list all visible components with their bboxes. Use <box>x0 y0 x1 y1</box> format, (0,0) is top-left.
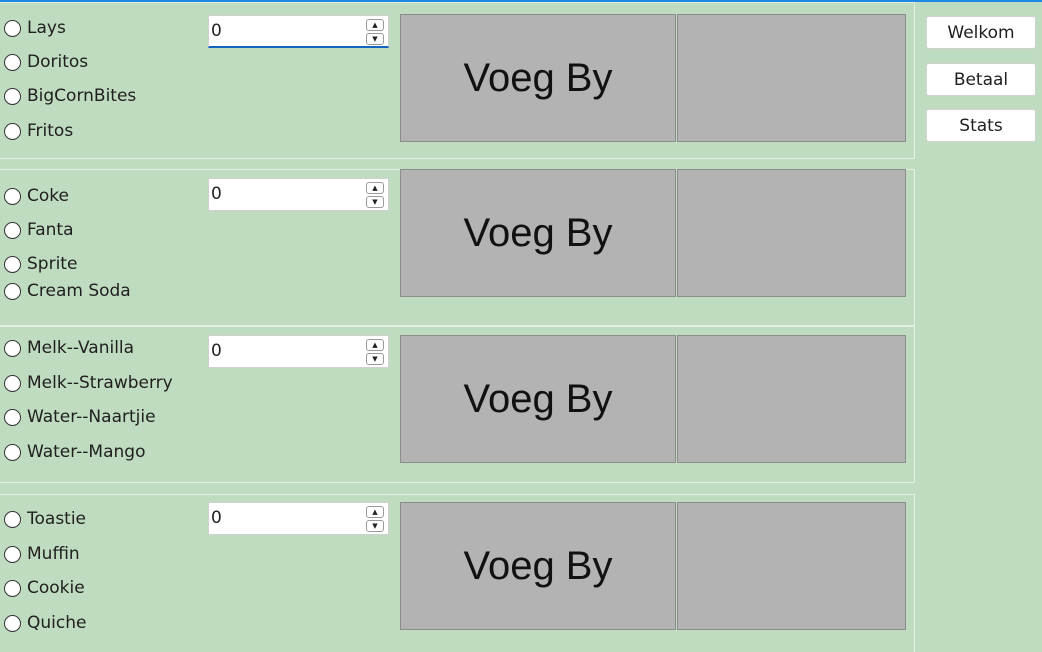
stats-button[interactable]: Stats <box>926 109 1036 142</box>
radio-button-icon[interactable] <box>4 545 21 563</box>
radio-button-icon[interactable] <box>4 187 21 205</box>
item-preview-box <box>677 502 906 630</box>
quantity-input[interactable] <box>211 340 361 362</box>
radio-button-icon[interactable] <box>4 221 21 239</box>
radio-label: Fanta <box>27 220 74 240</box>
radio-label: Water--Mango <box>27 442 146 462</box>
radio-option[interactable]: Water--Naartjie <box>4 405 156 429</box>
add-button[interactable]: Voeg By <box>400 502 676 630</box>
radio-option[interactable]: Cookie <box>4 576 85 600</box>
quantity-input[interactable] <box>211 507 361 529</box>
radio-button-icon[interactable] <box>4 255 21 273</box>
welcome-button[interactable]: Welkom <box>926 16 1036 49</box>
quantity-spinbox[interactable]: ▲ ▼ <box>208 335 389 368</box>
radio-label: Melk--Strawberry <box>27 373 173 393</box>
item-preview-box <box>677 14 906 142</box>
decrement-arrow-icon[interactable]: ▼ <box>366 33 384 45</box>
radio-button-icon[interactable] <box>4 87 21 105</box>
radio-label: Doritos <box>27 52 89 72</box>
radio-option[interactable]: BigCornBites <box>4 84 136 108</box>
radio-option[interactable]: Melk--Strawberry <box>4 371 173 395</box>
radio-button-icon[interactable] <box>4 374 21 392</box>
quantity-input[interactable] <box>211 183 361 205</box>
add-button[interactable]: Voeg By <box>400 14 676 142</box>
add-button[interactable]: Voeg By <box>400 335 676 463</box>
pay-button[interactable]: Betaal <box>926 63 1036 96</box>
increment-arrow-icon[interactable]: ▲ <box>366 506 384 518</box>
radio-label: Melk--Vanilla <box>27 338 135 358</box>
radio-label: Coke <box>27 186 69 206</box>
radio-option[interactable]: Sprite <box>4 252 77 276</box>
radio-button-icon[interactable] <box>4 339 21 357</box>
add-button[interactable]: Voeg By <box>400 169 676 297</box>
radio-option[interactable]: Muffin <box>4 542 80 566</box>
radio-button-icon[interactable] <box>4 53 21 71</box>
radio-button-icon[interactable] <box>4 19 21 37</box>
radio-button-icon[interactable] <box>4 614 21 632</box>
radio-option[interactable]: Doritos <box>4 50 88 74</box>
radio-label: Muffin <box>27 544 80 564</box>
radio-button-icon[interactable] <box>4 579 21 597</box>
increment-arrow-icon[interactable]: ▲ <box>366 339 384 351</box>
radio-button-icon[interactable] <box>4 282 21 300</box>
quantity-spinbox[interactable]: ▲ ▼ <box>208 502 389 535</box>
quantity-spinbox[interactable]: ▲ ▼ <box>208 15 389 48</box>
quantity-spinbox[interactable]: ▲ ▼ <box>208 178 389 211</box>
radio-option[interactable]: Fritos <box>4 119 73 143</box>
radio-label: Quiche <box>27 613 87 633</box>
radio-option[interactable]: Coke <box>4 184 69 208</box>
radio-label: Lays <box>27 18 66 38</box>
radio-option[interactable]: Water--Mango <box>4 440 146 464</box>
decrement-arrow-icon[interactable]: ▼ <box>366 196 384 208</box>
quantity-input[interactable] <box>211 20 361 42</box>
radio-button-icon[interactable] <box>4 443 21 461</box>
radio-button-icon[interactable] <box>4 408 21 426</box>
radio-option[interactable]: Lays <box>4 16 66 40</box>
radio-button-icon[interactable] <box>4 510 21 528</box>
radio-option[interactable]: Quiche <box>4 611 86 635</box>
radio-label: Cream Soda <box>27 281 131 301</box>
radio-button-icon[interactable] <box>4 122 21 140</box>
radio-option[interactable]: Cream Soda <box>4 279 131 303</box>
radio-label: Sprite <box>27 254 78 274</box>
increment-arrow-icon[interactable]: ▲ <box>366 19 384 31</box>
radio-label: Fritos <box>27 121 74 141</box>
item-preview-box <box>677 169 906 297</box>
decrement-arrow-icon[interactable]: ▼ <box>366 353 384 365</box>
radio-label: BigCornBites <box>27 86 137 106</box>
radio-option[interactable]: Toastie <box>4 507 86 531</box>
radio-option[interactable]: Melk--Vanilla <box>4 336 134 360</box>
radio-label: Water--Naartjie <box>27 407 156 427</box>
radio-label: Cookie <box>27 578 85 598</box>
radio-option[interactable]: Fanta <box>4 218 74 242</box>
increment-arrow-icon[interactable]: ▲ <box>366 182 384 194</box>
item-preview-box <box>677 335 906 463</box>
decrement-arrow-icon[interactable]: ▼ <box>366 520 384 532</box>
radio-label: Toastie <box>27 509 87 529</box>
